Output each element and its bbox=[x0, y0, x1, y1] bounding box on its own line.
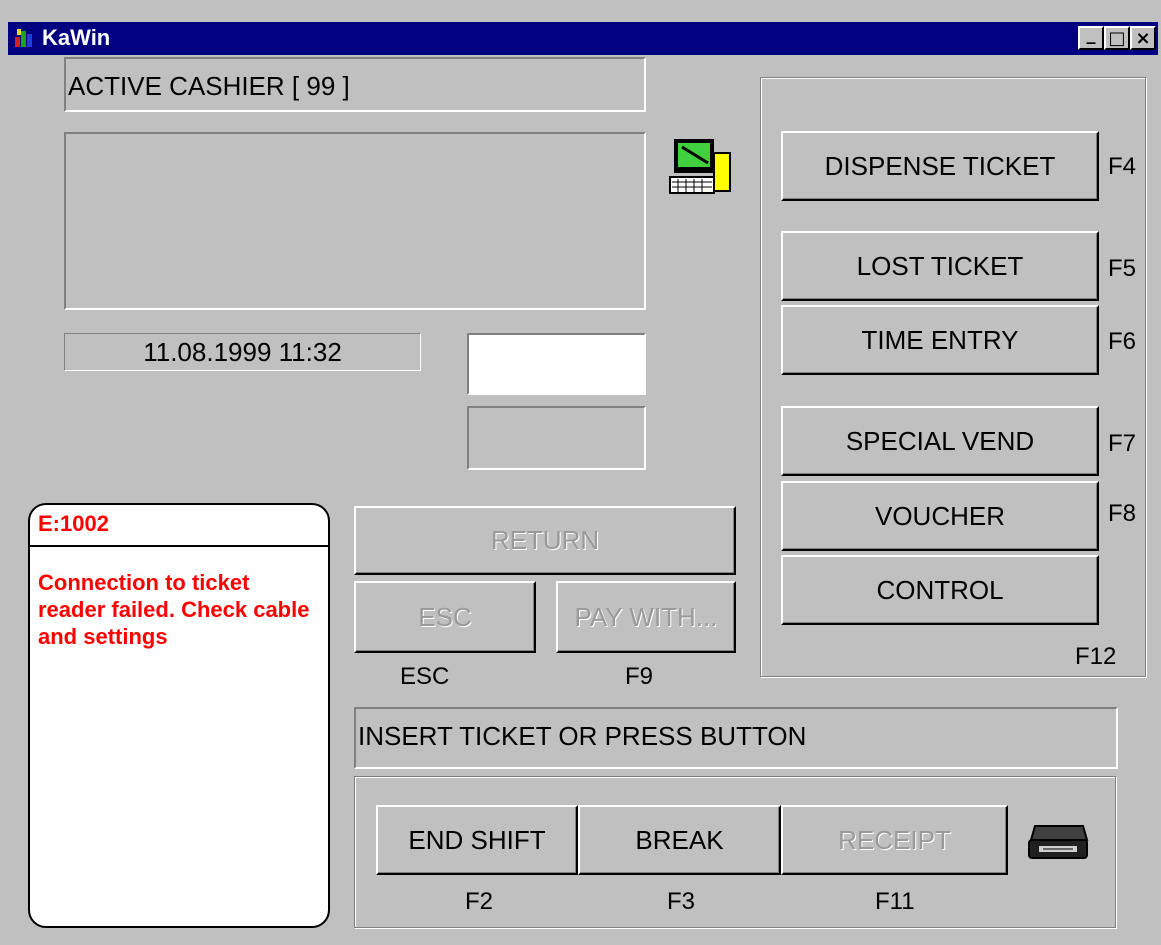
f5-key-hint: F5 bbox=[1108, 255, 1137, 282]
break-label: BREAK bbox=[635, 824, 724, 855]
computer-terminal-icon bbox=[668, 137, 734, 197]
dispense-ticket-label: DISPENSE TICKET bbox=[824, 150, 1056, 181]
error-message: Connection to ticket reader failed. Chec… bbox=[38, 570, 310, 649]
pay-with-button[interactable]: PAY WITH... bbox=[556, 581, 736, 653]
amount-input[interactable] bbox=[467, 333, 646, 395]
voucher-label: VOUCHER bbox=[874, 500, 1005, 531]
control-label: CONTROL bbox=[876, 574, 1004, 605]
f8-key-hint: F8 bbox=[1108, 500, 1137, 527]
maximize-button[interactable]: □ bbox=[1104, 26, 1130, 50]
voucher-button[interactable]: VOUCHER bbox=[781, 481, 1099, 551]
end-shift-label: END SHIFT bbox=[408, 824, 546, 855]
dispense-ticket-button[interactable]: DISPENSE TICKET bbox=[781, 131, 1099, 201]
minimize-button[interactable]: _ bbox=[1078, 23, 1104, 50]
f9-key-hint: F9 bbox=[625, 663, 654, 690]
status-display: INSERT TICKET OR PRESS BUTTON bbox=[354, 707, 1118, 769]
error-code: E:1002 bbox=[30, 505, 328, 547]
break-button[interactable]: BREAK bbox=[578, 805, 781, 875]
f11-key-hint: F11 bbox=[875, 888, 915, 915]
esc-button[interactable]: ESC bbox=[354, 581, 536, 653]
cashier-label: ACTIVE CASHIER [ 99 ] bbox=[68, 71, 350, 101]
app-logo-icon bbox=[14, 27, 36, 49]
datetime-display: 11.08.1999 11:32 bbox=[64, 333, 421, 371]
close-button[interactable]: × bbox=[1130, 26, 1156, 50]
end-shift-button[interactable]: END SHIFT bbox=[376, 805, 578, 875]
lost-ticket-button[interactable]: LOST TICKET bbox=[781, 231, 1099, 301]
lost-ticket-label: LOST TICKET bbox=[856, 250, 1024, 281]
f6-key-hint: F6 bbox=[1108, 328, 1137, 355]
control-button[interactable]: CONTROL bbox=[781, 555, 1099, 625]
receipt-label: RECEIPT bbox=[838, 824, 951, 855]
status-text: INSERT TICKET OR PRESS BUTTON bbox=[358, 721, 807, 751]
return-button-label: RETURN bbox=[490, 525, 600, 555]
close-icon: × bbox=[1135, 27, 1151, 49]
main-display bbox=[64, 132, 646, 310]
f7-key-hint: F7 bbox=[1108, 430, 1137, 457]
receipt-button[interactable]: RECEIPT bbox=[781, 805, 1008, 875]
error-panel: E:1002 Connection to ticket reader faile… bbox=[28, 503, 330, 928]
esc-key-hint: ESC bbox=[400, 663, 450, 690]
f2-key-hint: F2 bbox=[465, 888, 494, 915]
return-button[interactable]: RETURN bbox=[354, 506, 736, 575]
pay-with-button-label: PAY WITH... bbox=[574, 601, 718, 632]
time-entry-label: TIME ENTRY bbox=[861, 324, 1019, 355]
esc-button-label: ESC bbox=[418, 601, 472, 632]
cashier-display: ACTIVE CASHIER [ 99 ] bbox=[64, 57, 646, 112]
change-display bbox=[467, 406, 646, 470]
f3-key-hint: F3 bbox=[667, 888, 696, 915]
minimize-icon: _ bbox=[1086, 23, 1096, 45]
title-bar[interactable]: KaWin _ □ × bbox=[8, 22, 1158, 55]
special-vend-button[interactable]: SPECIAL VEND bbox=[781, 406, 1099, 476]
maximize-icon: □ bbox=[1108, 27, 1126, 49]
time-entry-button[interactable]: TIME ENTRY bbox=[781, 305, 1099, 375]
window-title: KaWin bbox=[42, 25, 111, 50]
f12-key-hint: F12 bbox=[1075, 643, 1117, 670]
special-vend-label: SPECIAL VEND bbox=[845, 425, 1035, 456]
datetime-value: 11.08.1999 11:32 bbox=[143, 336, 342, 367]
printer-icon bbox=[1025, 822, 1091, 864]
f4-key-hint: F4 bbox=[1108, 153, 1137, 180]
